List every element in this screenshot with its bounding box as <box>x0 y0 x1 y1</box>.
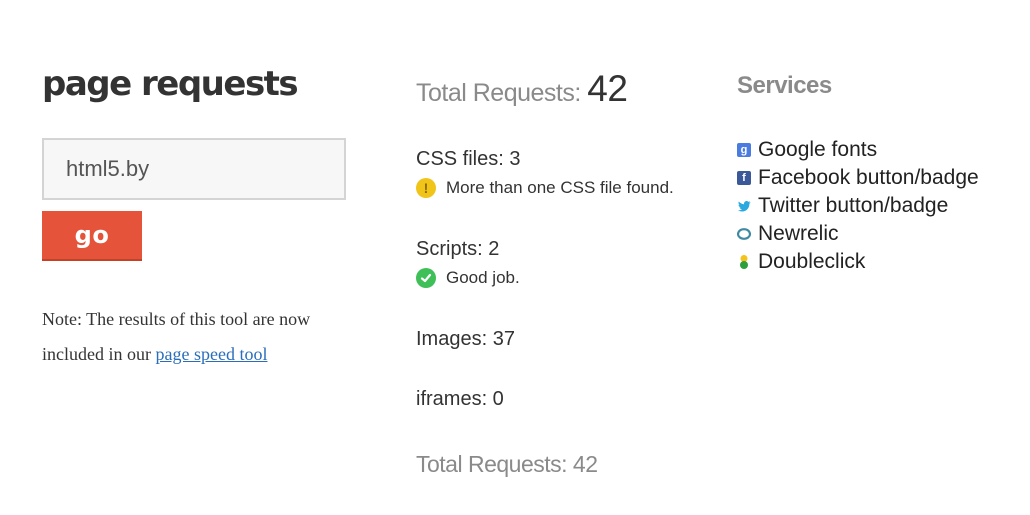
page-speed-tool-link[interactable]: page speed tool <box>155 344 267 364</box>
scripts-count: Scripts: 2 <box>416 238 500 260</box>
newrelic-icon <box>737 227 751 241</box>
service-item-twitter: Twitter button/badge <box>737 192 979 220</box>
services-list: g Google fonts f Facebook button/badge T… <box>737 136 979 276</box>
iframes-count: iframes: 0 <box>416 388 504 410</box>
google-icon: g <box>737 143 751 157</box>
service-label: Twitter button/badge <box>758 194 949 217</box>
css-files-message: ! More than one CSS file found. <box>416 178 674 198</box>
doubleclick-icon <box>737 255 751 269</box>
twitter-icon <box>737 199 751 213</box>
service-label: Newrelic <box>758 222 839 245</box>
css-files-count: CSS files: 3 <box>416 148 521 170</box>
url-input[interactable] <box>42 138 346 200</box>
total-requests-value: 42 <box>587 68 628 109</box>
page-title: page requests <box>42 64 299 104</box>
warning-icon: ! <box>416 178 436 198</box>
service-item-doubleclick: Doubleclick <box>737 248 979 276</box>
note-text: Note: The results of this tool are now i… <box>42 302 362 372</box>
go-button[interactable]: go <box>42 211 142 261</box>
services-title: Services <box>737 72 832 99</box>
total-requests-label: Total Requests: <box>416 79 588 107</box>
total-requests-footer: Total Requests: 42 <box>416 451 598 477</box>
css-files-message-text: More than one CSS file found. <box>446 178 674 197</box>
checkmark-icon <box>416 268 436 288</box>
scripts-message-text: Good job. <box>446 268 520 287</box>
images-count: Images: 37 <box>416 328 515 350</box>
service-item-newrelic: Newrelic <box>737 220 979 248</box>
service-label: Google fonts <box>758 138 878 161</box>
request-form-panel: page requests go Note: The results of th… <box>42 62 362 364</box>
services-panel: Services g Google fonts f Facebook butto… <box>737 72 1017 273</box>
service-item-google-fonts: g Google fonts <box>737 136 979 164</box>
service-label: Facebook button/badge <box>758 166 979 189</box>
service-label: Doubleclick <box>758 250 866 273</box>
total-requests-heading: Total Requests: 42 <box>416 68 628 110</box>
service-item-facebook: f Facebook button/badge <box>737 164 979 192</box>
scripts-message: Good job. <box>416 268 520 288</box>
facebook-icon: f <box>737 171 751 185</box>
